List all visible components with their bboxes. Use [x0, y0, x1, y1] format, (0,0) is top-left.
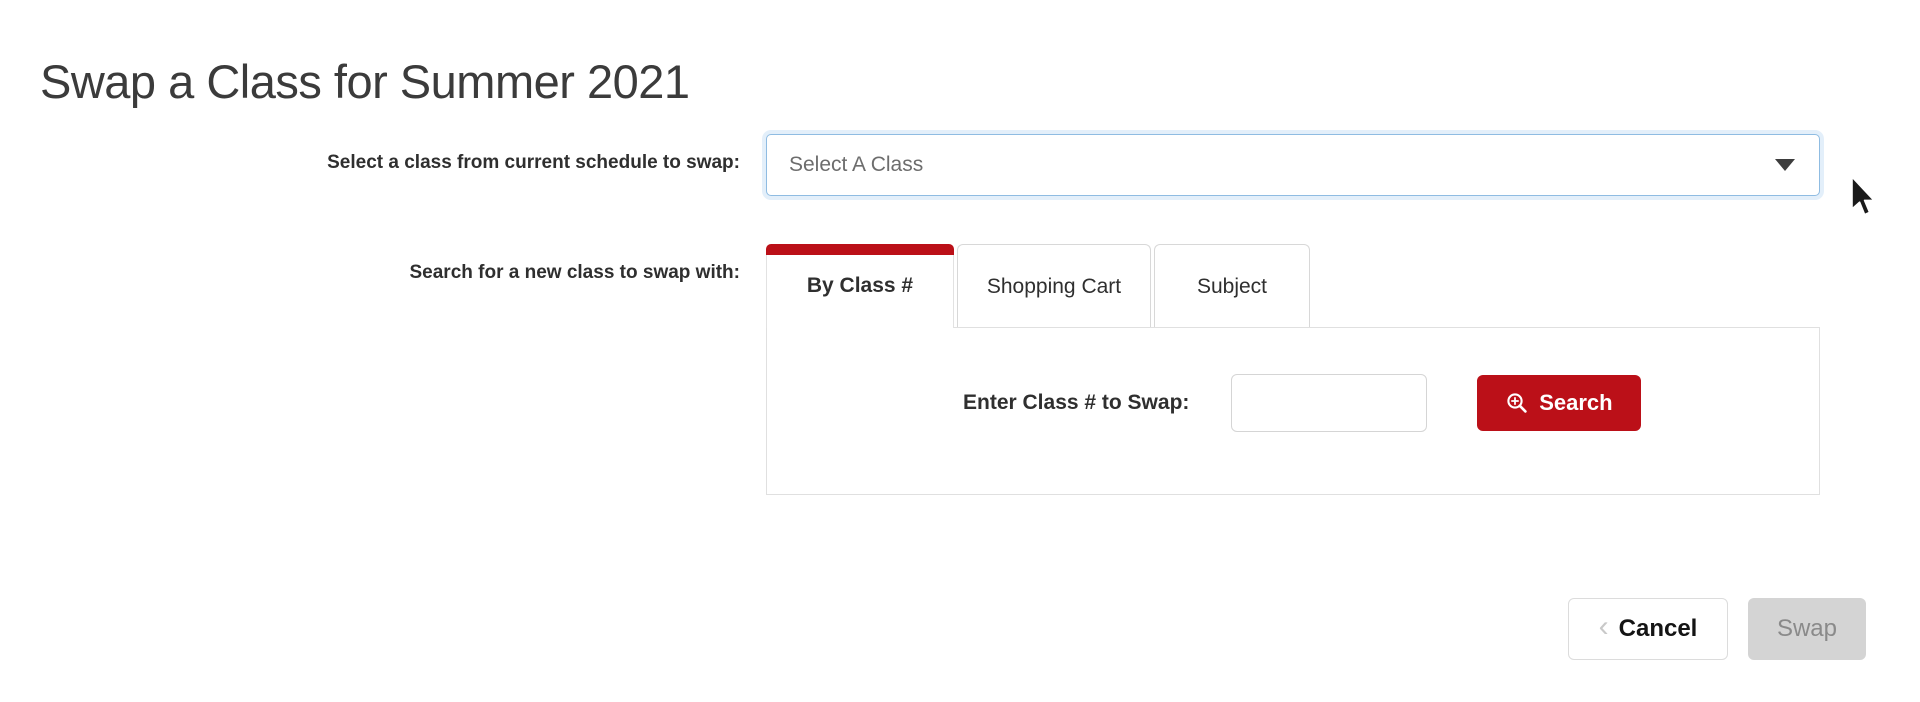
- search-tabs-area: By Class # Shopping Cart Subject Enter C…: [766, 244, 1820, 495]
- mouse-cursor: [1850, 176, 1880, 225]
- search-plus-icon: [1506, 392, 1528, 414]
- class-number-search-form: Enter Class # to Swap: Search: [767, 374, 1819, 432]
- search-class-row: Search for a new class to swap with: By …: [0, 244, 1840, 495]
- tab-shopping-cart[interactable]: Shopping Cart: [957, 244, 1151, 328]
- search-button-label: Search: [1539, 390, 1613, 415]
- footer-actions: ‹ Cancel Swap: [1568, 598, 1866, 660]
- tab-label: By Class #: [806, 274, 914, 297]
- class-number-input[interactable]: [1231, 374, 1428, 432]
- select-class-wrapper: Select A Class: [766, 134, 1820, 196]
- page-title: Swap a Class for Summer 2021: [40, 55, 690, 109]
- class-number-input-label: Enter Class # to Swap:: [963, 391, 1190, 414]
- tab-panel-by-class-number: Enter Class # to Swap: Search: [766, 327, 1820, 495]
- select-class-row: Select a class from current schedule to …: [0, 134, 1840, 196]
- swap-button[interactable]: Swap: [1748, 598, 1866, 660]
- cancel-button-label: Cancel: [1618, 615, 1698, 642]
- tab-strip: By Class # Shopping Cart Subject: [766, 244, 1820, 328]
- select-class-dropdown[interactable]: Select A Class: [766, 134, 1820, 196]
- cancel-button[interactable]: ‹ Cancel: [1568, 598, 1728, 660]
- tab-label: Subject: [1196, 274, 1268, 298]
- chevron-down-icon: [1775, 159, 1795, 171]
- select-class-label: Select a class from current schedule to …: [327, 152, 740, 173]
- swap-button-label: Swap: [1776, 615, 1838, 642]
- tab-by-class-number[interactable]: By Class #: [766, 244, 954, 328]
- tab-label: Shopping Cart: [986, 274, 1122, 298]
- search-class-label: Search for a new class to swap with:: [409, 262, 741, 283]
- select-class-value: Select A Class: [789, 153, 924, 176]
- tab-subject[interactable]: Subject: [1154, 244, 1310, 328]
- search-button[interactable]: Search: [1477, 375, 1642, 431]
- chevron-left-icon: ‹: [1598, 610, 1609, 643]
